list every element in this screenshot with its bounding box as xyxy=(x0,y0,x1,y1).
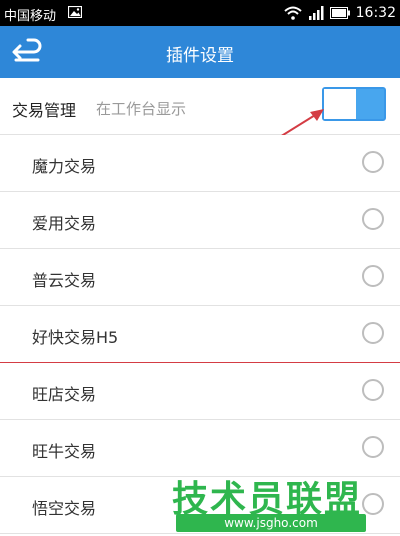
radio-button[interactable] xyxy=(362,322,384,344)
radio-button[interactable] xyxy=(362,379,384,401)
carrier-label: 中国移动 xyxy=(4,9,57,24)
list-item[interactable]: 爱用交易 xyxy=(0,192,400,249)
plugin-label: 旺牛交易 xyxy=(32,442,97,461)
plugin-label: 好快交易H5 xyxy=(32,328,119,347)
watermark: 技术员联盟 www.jsgho.com xyxy=(170,470,395,534)
plugin-label: 爱用交易 xyxy=(32,214,97,233)
plugin-label: 魔力交易 xyxy=(32,157,97,176)
list-item[interactable]: 魔力交易 xyxy=(0,135,400,192)
radio-button[interactable] xyxy=(362,265,384,287)
status-indicators: 16:32 xyxy=(283,4,396,22)
clock: 16:32 xyxy=(355,5,396,21)
battery-icon xyxy=(329,7,350,19)
wifi-icon xyxy=(283,6,302,20)
signal-icon xyxy=(308,6,324,20)
plugin-label: 旺店交易 xyxy=(32,385,97,404)
show-on-workbench-hint: 在工作台显示 xyxy=(96,100,187,118)
title-bar: 插件设置 xyxy=(0,26,400,78)
radio-button[interactable] xyxy=(362,151,384,173)
watermark-url: www.jsgho.com xyxy=(176,514,366,532)
radio-button[interactable] xyxy=(362,436,384,458)
status-bar: 中国移动 16:32 xyxy=(0,0,400,26)
list-item[interactable]: 好快交易H5 xyxy=(0,306,400,363)
page-title: 插件设置 xyxy=(166,46,234,66)
plugin-label: 普云交易 xyxy=(32,271,97,290)
list-item[interactable]: 旺店交易 xyxy=(0,363,400,420)
list-item[interactable]: 普云交易 xyxy=(0,249,400,306)
radio-button[interactable] xyxy=(362,208,384,230)
plugin-label: 悟空交易 xyxy=(32,499,97,518)
show-on-workbench-toggle[interactable] xyxy=(322,87,386,121)
trade-management-label: 交易管理 xyxy=(12,101,77,120)
photo-notification-icon xyxy=(68,6,82,18)
list-item[interactable]: 旺牛交易 xyxy=(0,420,400,477)
